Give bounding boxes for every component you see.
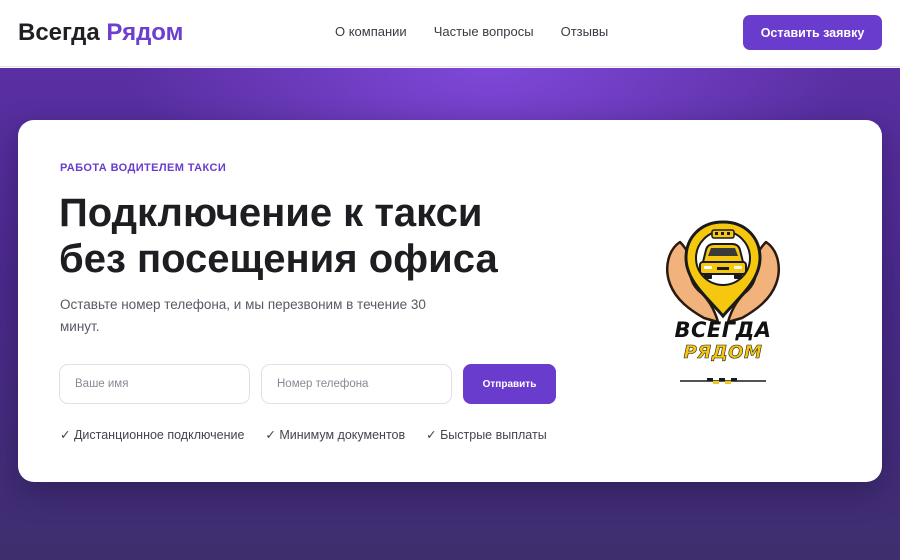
- feature-item-payouts: ✓ Быстрые выплаты: [426, 428, 547, 442]
- main-nav: О компании Частые вопросы Отзывы: [335, 24, 608, 40]
- name-input[interactable]: [59, 364, 250, 404]
- nav-link-faq[interactable]: Частые вопросы: [434, 24, 534, 40]
- hero-card: РАБОТА ВОДИТЕЛЕМ ТАКСИ Подключение к так…: [18, 120, 882, 482]
- page-title: Подключение к такси без посещения офиса: [59, 190, 498, 282]
- brand-word-2: Рядом: [106, 19, 184, 46]
- logo-text-line-2: РЯДОМ: [683, 342, 763, 364]
- hero-eyebrow: РАБОТА ВОДИТЕЛЕМ ТАКСИ: [60, 162, 227, 174]
- feature-item-documents: ✓ Минимум документов: [265, 428, 406, 442]
- phone-input[interactable]: [261, 364, 452, 404]
- hero-subtitle: Оставьте номер телефона, и мы перезвоним…: [60, 297, 426, 334]
- nav-link-about[interactable]: О компании: [335, 24, 407, 40]
- site-header: Всегда Рядом О компании Частые вопросы О…: [0, 0, 900, 67]
- feature-item-remote: ✓ Дистанционное подключение: [60, 428, 245, 442]
- feature-list: ✓ Дистанционное подключение ✓ Минимум до…: [60, 427, 547, 442]
- taxi-logo-graphic: [666, 220, 780, 384]
- brand-logo-text[interactable]: Всегда Рядом: [18, 18, 183, 48]
- page-title-line-2: без посещения офиса: [59, 237, 498, 281]
- leave-request-button[interactable]: Оставить заявку: [743, 15, 882, 50]
- brand-word-1: Всегда: [18, 19, 100, 46]
- taxi-hands-logo-icon: ВСЕГДА РЯДОМ: [618, 200, 828, 400]
- logo-text-line-1: ВСЕГДА: [674, 318, 772, 342]
- submit-button[interactable]: Отправить: [463, 364, 556, 404]
- nav-link-reviews[interactable]: Отзывы: [561, 24, 609, 40]
- page-title-line-1: Подключение к такси: [59, 191, 483, 235]
